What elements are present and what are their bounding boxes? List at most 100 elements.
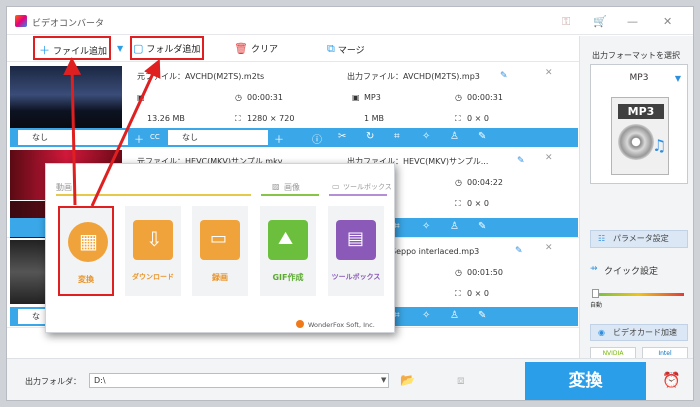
watermark-icon[interactable]: ♙ bbox=[450, 131, 459, 142]
slider-handle[interactable] bbox=[592, 289, 599, 298]
toolbox-icon: ▤ bbox=[336, 220, 376, 260]
output-resolution: 0 × 0 bbox=[467, 199, 489, 208]
source-duration: 00:00:31 bbox=[247, 93, 283, 102]
feature-launcher-popup: 動画 ▨ 画像 ▭ ツールボックス ▦ 変換 ⇩ ダウンロード ▭ 録画 ⛰ G… bbox=[45, 163, 395, 333]
output-size: 1 MB bbox=[364, 114, 385, 123]
quality-slider[interactable] bbox=[594, 293, 684, 296]
parameter-settings-button[interactable]: ☷ パラメータ設定 bbox=[590, 230, 688, 248]
output-resolution: 0 × 0 bbox=[467, 114, 489, 123]
wonderfox-logo-icon bbox=[296, 320, 304, 328]
disc-icon bbox=[618, 124, 654, 160]
output-duration: 00:04:22 bbox=[467, 178, 503, 187]
source-size: 13.26 MB bbox=[147, 114, 185, 123]
format-selector[interactable]: MP3 ▼ MP3 ♫ bbox=[590, 64, 688, 184]
effects-icon[interactable]: ✧ bbox=[422, 131, 430, 142]
gif-image-icon: ⛰ bbox=[268, 220, 308, 260]
app-title: ビデオコンバータ bbox=[32, 19, 105, 29]
title-bar: ビデオコンバータ ⚿ 🛒 — ✕ bbox=[7, 7, 693, 35]
format-icon-text: MP3 bbox=[618, 104, 664, 119]
download-tile[interactable]: ⇩ ダウンロード bbox=[125, 206, 181, 296]
edit-icon[interactable]: ✎ bbox=[517, 156, 525, 166]
gpu-acceleration-label: ビデオカード加速 bbox=[613, 328, 677, 337]
cart-icon[interactable]: 🛒 bbox=[593, 15, 607, 28]
edit-pen-icon[interactable]: ✎ bbox=[478, 310, 486, 321]
mp3-format-icon: MP3 ♫ bbox=[611, 97, 669, 175]
edit-pen-icon[interactable]: ✎ bbox=[478, 131, 486, 142]
cut-icon[interactable]: ✂ bbox=[338, 131, 346, 142]
clock-icon: ◷ bbox=[455, 93, 462, 102]
category-image-underline bbox=[261, 194, 319, 196]
minimize-icon[interactable]: — bbox=[627, 15, 638, 28]
source-resolution: 1280 × 720 bbox=[247, 114, 295, 123]
output-format-title: 出力フォーマットを選択 bbox=[592, 51, 680, 60]
output-folder-label: 出力フォルダ： bbox=[25, 377, 81, 386]
gif-maker-tile[interactable]: ⛰ GIF作成 bbox=[260, 206, 316, 296]
subtitle-select[interactable]: なし bbox=[18, 130, 128, 145]
file-action-bar: なし ＋ CC なし ＋ ⓘ ✂ ↻ ⌗ ✧ ♙ ✎ bbox=[10, 128, 578, 147]
add-audio-icon[interactable]: ＋ bbox=[274, 131, 284, 146]
category-toolbox: ツールボックス bbox=[343, 183, 392, 191]
rotate-icon[interactable]: ↻ bbox=[366, 131, 374, 142]
effects-icon[interactable]: ✧ bbox=[422, 310, 430, 321]
audio-format-icon: ▣ bbox=[352, 93, 360, 102]
convert-label: 変換 bbox=[568, 371, 603, 391]
convert-tile-label: 変換 bbox=[78, 275, 94, 284]
output-folder-field[interactable]: D:\ bbox=[89, 373, 389, 388]
format-name: MP3 bbox=[629, 73, 649, 83]
crop-icon[interactable]: ⌗ bbox=[394, 131, 400, 142]
category-image: 画像 bbox=[284, 183, 300, 192]
gif-maker-tile-label: GIF作成 bbox=[272, 273, 304, 282]
toolbox-tile-label: ツールボックス bbox=[331, 273, 381, 281]
effects-icon[interactable]: ✧ bbox=[422, 221, 430, 232]
subtitle-value: な bbox=[32, 312, 40, 321]
open-folder-icon[interactable]: 📂 bbox=[400, 373, 415, 387]
cc-icon[interactable]: CC bbox=[150, 133, 160, 141]
download-tile-label: ダウンロード bbox=[132, 273, 174, 281]
clock-icon: ◷ bbox=[455, 178, 462, 187]
convert-button[interactable]: 変換 bbox=[525, 362, 646, 400]
remove-icon[interactable]: ✕ bbox=[545, 68, 553, 78]
clear-label: クリア bbox=[250, 45, 278, 55]
audio-select[interactable]: なし bbox=[168, 130, 268, 145]
category-video-underline bbox=[56, 194, 251, 196]
edit-pen-icon[interactable]: ✎ bbox=[478, 221, 486, 232]
clear-button[interactable]: 🗑 クリア bbox=[234, 42, 278, 55]
output-folder-value: D:\ bbox=[94, 376, 106, 385]
key-icon[interactable]: ⚿ bbox=[562, 15, 570, 29]
chevron-down-icon[interactable]: ▼ bbox=[381, 376, 386, 384]
edit-icon[interactable]: ✎ bbox=[515, 246, 523, 256]
watermark-icon[interactable]: ♙ bbox=[450, 221, 459, 232]
source-filename: 元ファイル：AVCHD(M2TS).m2ts bbox=[137, 72, 265, 81]
quick-setting-icon: ⇸ bbox=[590, 264, 598, 274]
film-icon: ▦ bbox=[68, 222, 108, 262]
resolution-icon: ⛶ bbox=[455, 289, 461, 298]
edit-icon[interactable]: ✎ bbox=[500, 71, 508, 81]
alarm-clock-icon[interactable]: ⏰ bbox=[662, 371, 681, 389]
video-thumbnail bbox=[10, 66, 122, 130]
quick-setting-label: クイック設定 bbox=[604, 267, 659, 277]
add-file-dropdown-icon[interactable]: ▼ bbox=[117, 44, 123, 53]
resolution-icon: ⛶ bbox=[455, 114, 461, 123]
output-panel: 出力フォーマットを選択 MP3 ▼ MP3 ♫ ☷ パラメータ設定 ⇸ クイック… bbox=[579, 36, 693, 361]
intel-label: Intel bbox=[658, 350, 672, 357]
convert-tile[interactable]: ▦ 変換 bbox=[58, 206, 114, 296]
remove-icon[interactable]: ✕ bbox=[545, 243, 553, 253]
output-resolution: 0 × 0 bbox=[467, 289, 489, 298]
resolution-icon: ⛶ bbox=[455, 199, 461, 208]
gpu-acceleration-button[interactable]: ◉ ビデオカード加速 bbox=[590, 324, 688, 341]
add-subtitle-icon[interactable]: ＋ bbox=[134, 131, 144, 146]
toolbox-tile[interactable]: ▤ ツールボックス bbox=[328, 206, 384, 296]
subtitle-value: なし bbox=[32, 133, 48, 142]
close-icon[interactable]: ✕ bbox=[663, 15, 672, 28]
remove-icon[interactable]: ✕ bbox=[545, 153, 553, 163]
record-tile-label: 録画 bbox=[212, 273, 228, 282]
info-icon[interactable]: ⓘ bbox=[312, 131, 322, 146]
format-icon: ▣ bbox=[137, 93, 145, 102]
merge-button[interactable]: ⧉ マージ bbox=[327, 42, 365, 56]
screen-record-icon: ▭ bbox=[200, 220, 240, 260]
export-icon[interactable]: ⧈ bbox=[457, 373, 465, 388]
watermark-icon[interactable]: ♙ bbox=[450, 310, 459, 321]
highlight-add-file bbox=[33, 36, 111, 60]
record-tile[interactable]: ▭ 録画 bbox=[192, 206, 248, 296]
clock-icon: ◷ bbox=[235, 93, 242, 102]
